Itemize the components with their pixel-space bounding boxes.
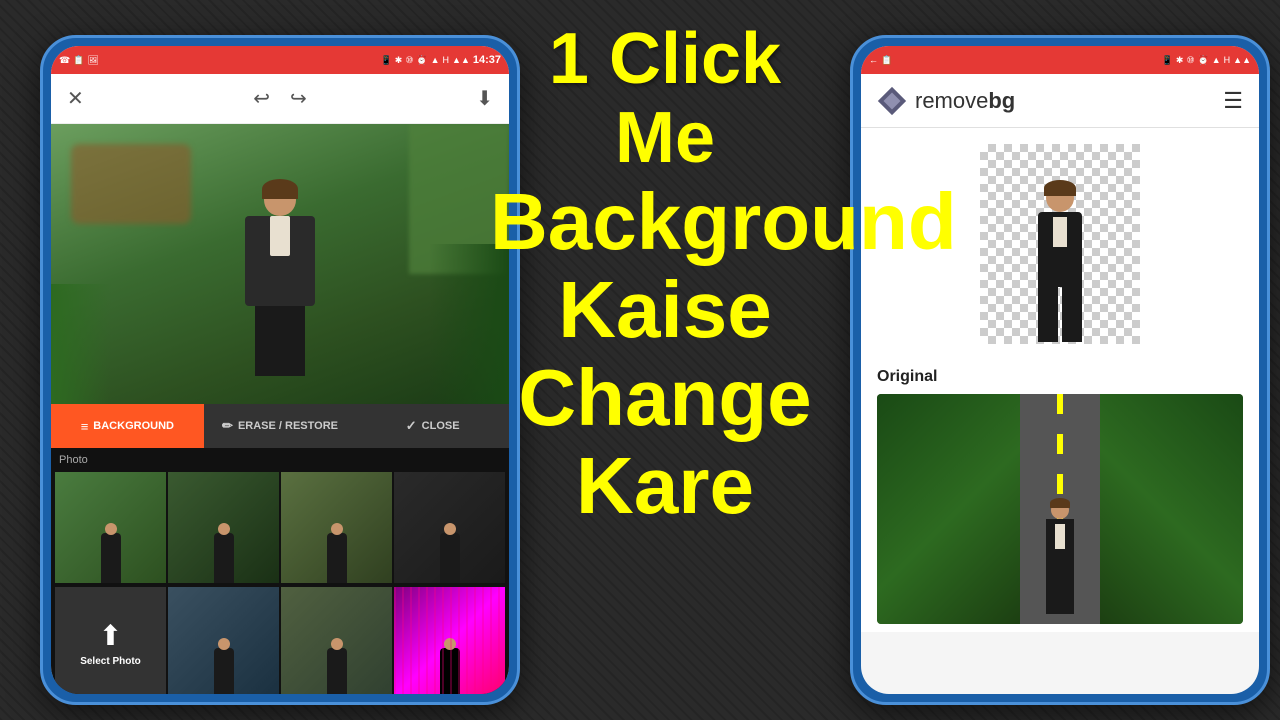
check-icon: ✓ (406, 418, 417, 434)
pencil-icon: ✏ (222, 418, 233, 434)
thumbnail-grid-row2: ⬆ Select Photo (53, 585, 507, 694)
left-status-right-icons: 📱✱⑩⏰▲H▲▲ 14:37 (381, 54, 501, 66)
right-status-left-icons: ←📋 (869, 55, 892, 66)
original-section: Original (861, 360, 1259, 632)
logo-text: removebg (915, 88, 1015, 114)
select-photo-button[interactable]: ⬆ Select Photo (55, 587, 166, 694)
app-toolbar: ✕ ↩ ↪ ⬇ (51, 74, 509, 124)
headline-line2: Me (490, 99, 840, 178)
original-person-figure (1046, 501, 1074, 614)
hamburger-menu-button[interactable]: ☰ (1223, 88, 1243, 114)
thumbnail-2[interactable] (168, 472, 279, 583)
layers-icon: ≡ (81, 419, 89, 434)
thumbnail-section: Photo ⬆ Select Photo (51, 448, 509, 694)
headline-line3: Background (490, 178, 840, 266)
redo-button[interactable]: ↪ (290, 86, 307, 111)
select-photo-label: Select Photo (80, 656, 141, 667)
undo-button[interactable]: ↩ (253, 86, 270, 111)
main-image-area (51, 124, 509, 404)
transparent-background-preview (980, 144, 1140, 344)
thumbnail-5[interactable] (168, 587, 279, 694)
tab-erase-restore[interactable]: ✏ ERASE / RESTORE (204, 404, 357, 448)
removebg-header: removebg ☰ (861, 74, 1259, 128)
thumbnail-grid-row1 (53, 470, 507, 585)
person-figure-main (230, 184, 330, 404)
close-button[interactable]: ✕ (67, 86, 84, 111)
tab-close[interactable]: ✓ CLOSE (356, 404, 509, 448)
person-cutout (1025, 184, 1095, 344)
center-overlay-text: 1 Click Me Background Kaise Change Kare (490, 20, 840, 530)
logo-icon (877, 86, 907, 116)
thumbnail-3[interactable] (281, 472, 392, 583)
thumbnail-7[interactable] (394, 587, 505, 694)
status-bar-left: ☎📋🖼 📱✱⑩⏰▲H▲▲ 14:37 (51, 46, 509, 74)
headline-line1: 1 Click (490, 20, 840, 99)
removebg-logo: removebg (877, 86, 1015, 116)
left-status-icons: ☎📋🖼 (59, 55, 99, 66)
thumbnail-6[interactable] (281, 587, 392, 694)
status-bar-right: ←📋 📱✱⑩⏰▲H▲▲ (861, 46, 1259, 74)
original-image (877, 394, 1243, 624)
toolbar-actions: ↩ ↪ (253, 86, 307, 111)
headline-line6: Kare (490, 442, 840, 530)
original-label: Original (877, 368, 1243, 386)
photo-label: Photo (53, 450, 507, 470)
headline-line5: Change (490, 354, 840, 442)
headline-line4: Kaise (490, 266, 840, 354)
left-phone: ☎📋🖼 📱✱⑩⏰▲H▲▲ 14:37 ✕ ↩ ↪ ⬇ (40, 35, 520, 705)
thumbnail-1[interactable] (55, 472, 166, 583)
thumbnail-4[interactable] (394, 472, 505, 583)
tab-background[interactable]: ≡ BACKGROUND (51, 404, 204, 448)
right-status-right-icons: 📱✱⑩⏰▲H▲▲ (1162, 55, 1251, 66)
tab-bar: ≡ BACKGROUND ✏ ERASE / RESTORE ✓ CLOSE (51, 404, 509, 448)
upload-icon: ⬆ (99, 619, 122, 652)
right-phone: ←📋 📱✱⑩⏰▲H▲▲ removebg ☰ (850, 35, 1270, 705)
